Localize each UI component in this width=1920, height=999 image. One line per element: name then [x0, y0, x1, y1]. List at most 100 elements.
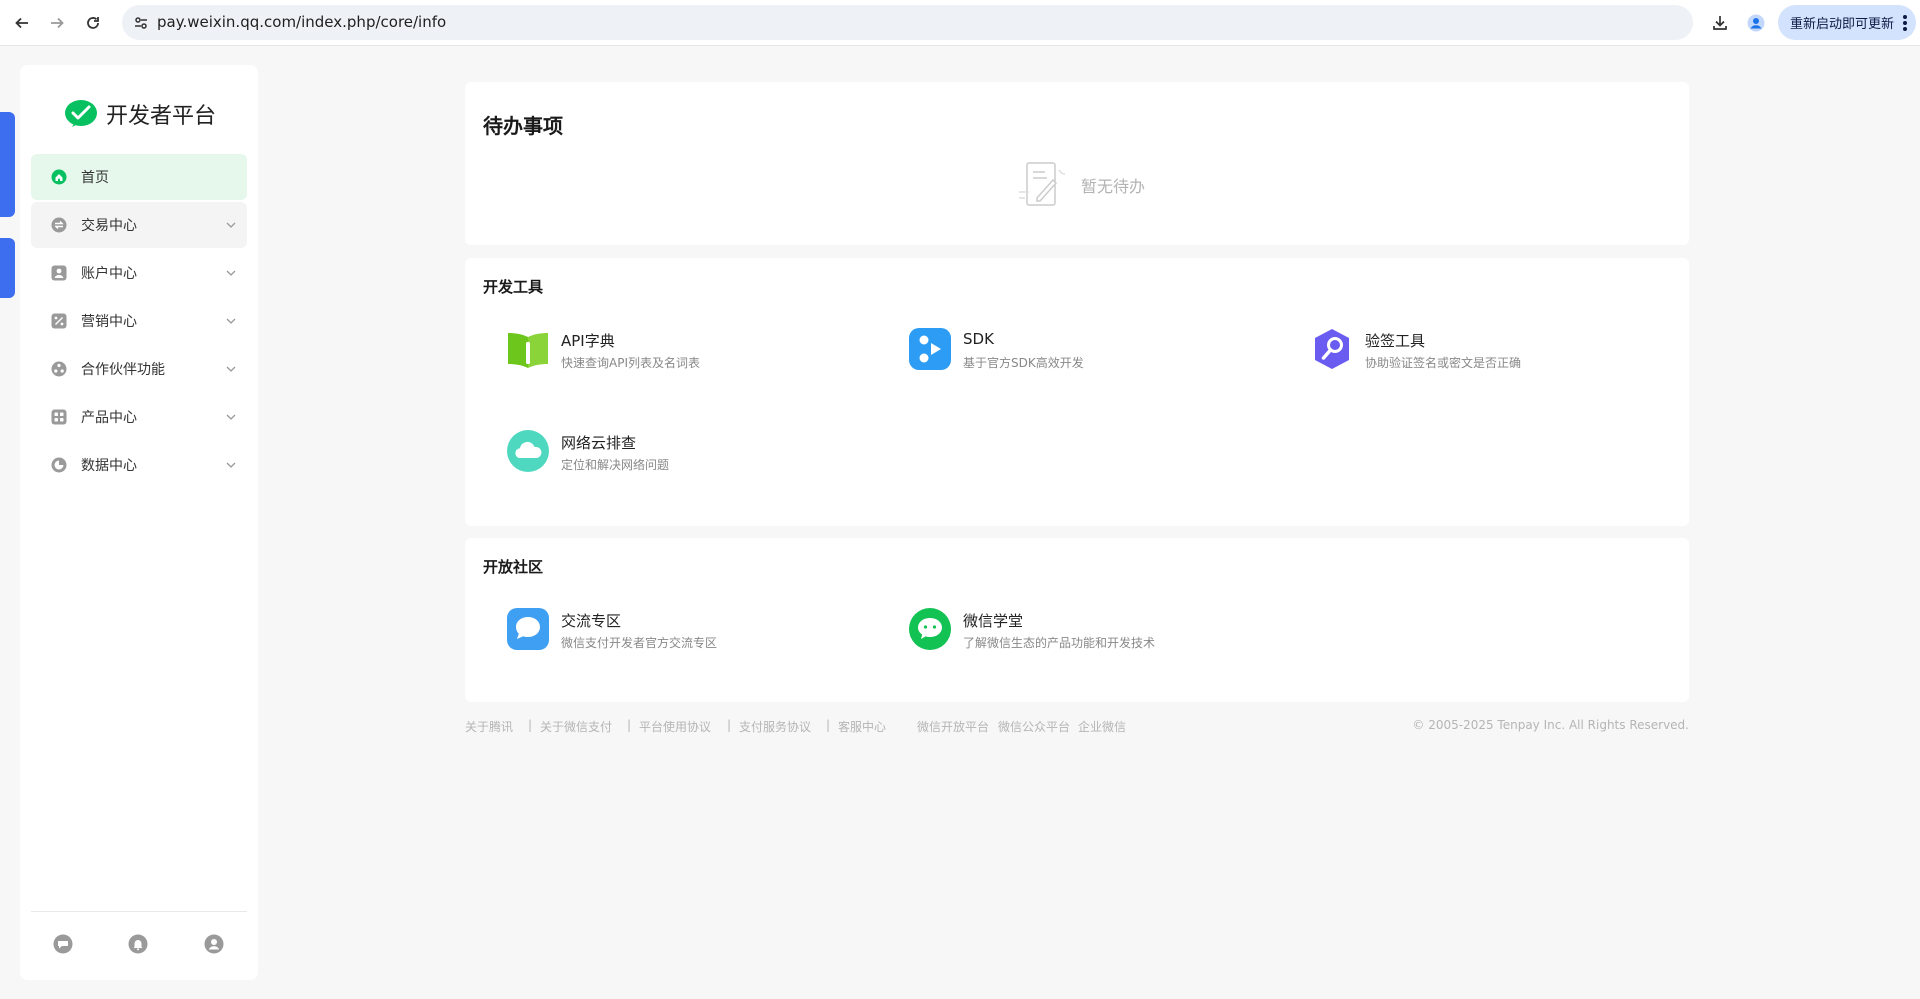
feedback-icon	[53, 934, 73, 954]
sidebar-item-marketing[interactable]: 营销中心	[31, 298, 247, 344]
sidebar-item-label: 数据中心	[81, 458, 137, 474]
chevron-down-icon	[226, 222, 236, 228]
tool-network-check[interactable]: 网络云排查 定位和解决网络问题	[507, 430, 867, 480]
more-menu-icon[interactable]	[1903, 15, 1907, 31]
bell-icon	[128, 934, 148, 954]
sidebar-item-product[interactable]: 产品中心	[31, 394, 247, 440]
chevron-down-icon	[226, 318, 236, 324]
wechat-icon	[909, 608, 951, 650]
tool-name: 网络云排查	[561, 434, 637, 452]
sidebar-item-account[interactable]: 账户中心	[31, 250, 247, 296]
footer-link[interactable]: 关于微信支付	[540, 718, 612, 735]
tool-desc: 协助验证签名或密文是否正确	[1365, 356, 1522, 370]
todo-empty-state: 暂无待办	[1015, 160, 1145, 210]
todo-empty-text: 暂无待办	[1081, 177, 1146, 196]
feedback-button[interactable]	[52, 933, 74, 955]
partner-icon	[51, 361, 67, 377]
cloud-icon	[507, 430, 549, 472]
home-icon	[51, 169, 67, 185]
brand-name: 开发者平台	[106, 104, 217, 129]
footer-separator: |	[528, 718, 533, 732]
sidebar-item-label: 交易中心	[81, 218, 137, 234]
tool-name: 交流专区	[561, 612, 622, 630]
update-button[interactable]: 重新启动即可更新	[1778, 5, 1916, 40]
downloads-button[interactable]	[1707, 10, 1733, 36]
footer-link[interactable]: 平台使用协议	[639, 718, 711, 735]
tool-signature-verify[interactable]: 验签工具 协助验证签名或密文是否正确	[1311, 328, 1671, 378]
chevron-down-icon	[226, 414, 236, 420]
footer-link[interactable]: 微信公众平台	[998, 718, 1070, 735]
notification-button[interactable]	[127, 933, 149, 955]
sidebar-item-trade[interactable]: 交易中心	[31, 202, 247, 248]
site-settings-button[interactable]	[130, 12, 152, 34]
footer-link[interactable]: 企业微信	[1078, 718, 1126, 735]
sidebar-item-partner[interactable]: 合作伙伴功能	[31, 346, 247, 392]
sidebar-item-label: 账户中心	[81, 266, 137, 282]
download-icon	[1713, 16, 1727, 30]
forward-button[interactable]	[43, 9, 71, 37]
copyright-text: © 2005-2025 Tenpay Inc. All Rights Reser…	[1412, 718, 1689, 732]
sidebar-menu: 首页 交易中心 账户中心 营销中心 合作伙伴功能 产品中心 数据中心	[31, 154, 247, 490]
community-card: 开放社区 交流专区 微信支付开发者官方交流专区 微信学堂 了解微信生态的产品功能…	[465, 538, 1689, 702]
pie-chart-icon	[51, 457, 67, 473]
community-forum[interactable]: 交流专区 微信支付开发者官方交流专区	[507, 608, 867, 658]
tune-icon	[135, 17, 147, 29]
community-title: 开放社区	[483, 558, 544, 576]
empty-document-icon	[1019, 162, 1066, 206]
footer-link[interactable]: 支付服务协议	[739, 718, 811, 735]
tool-name: API字典	[561, 332, 615, 350]
chevron-down-icon	[226, 366, 236, 372]
footer-link[interactable]: 关于腾讯	[465, 718, 513, 735]
verify-icon	[1315, 329, 1349, 369]
todo-title: 待办事项	[483, 114, 563, 138]
tool-api-dictionary[interactable]: API字典 快速查询API列表及名词表	[507, 328, 867, 378]
sidebar-divider	[31, 911, 247, 912]
url-text[interactable]: pay.weixin.qq.com/index.php/core/info	[157, 13, 446, 31]
sidebar-item-label: 产品中心	[81, 410, 137, 426]
tool-desc: 微信支付开发者官方交流专区	[561, 636, 718, 650]
chevron-down-icon	[226, 462, 236, 468]
tool-name: SDK	[963, 330, 994, 348]
grid-icon	[51, 409, 67, 425]
sdk-icon	[909, 328, 951, 370]
update-button-label: 重新启动即可更新	[1790, 17, 1895, 32]
dev-tools-card: 开发工具 API字典 快速查询API列表及名词表 SDK 基于官方SDK高效开发…	[465, 258, 1689, 526]
dev-tools-title: 开发工具	[483, 278, 544, 296]
page-footer: 关于腾讯 | 关于微信支付 | 平台使用协议 | 支付服务协议 | 客服中心 微…	[465, 718, 1689, 736]
tool-desc: 快速查询API列表及名词表	[561, 356, 700, 370]
arrow-left-icon	[15, 17, 28, 29]
user-button[interactable]	[203, 933, 225, 955]
todo-card: 待办事项 暂无待办	[465, 82, 1689, 245]
sidebar-item-data[interactable]: 数据中心	[31, 442, 247, 488]
browser-toolbar: pay.weixin.qq.com/index.php/core/info 重新…	[0, 0, 1920, 46]
tool-sdk[interactable]: SDK 基于官方SDK高效开发	[909, 328, 1269, 378]
chevron-down-icon	[226, 270, 236, 276]
book-icon	[508, 333, 548, 368]
side-ribbon-bottom[interactable]	[0, 238, 15, 298]
footer-separator: |	[727, 718, 732, 732]
user-icon	[204, 934, 224, 954]
discount-icon	[51, 313, 67, 329]
chat-icon	[507, 608, 549, 650]
wechat-pay-logo-icon	[65, 100, 97, 127]
tool-desc: 了解微信生态的产品功能和开发技术	[963, 636, 1156, 650]
tool-name: 微信学堂	[963, 612, 1024, 630]
profile-button[interactable]	[1743, 10, 1769, 36]
reload-icon	[87, 17, 99, 29]
sidebar-item-home[interactable]: 首页	[31, 154, 247, 200]
profile-icon	[1747, 14, 1765, 32]
footer-link[interactable]: 客服中心	[838, 718, 886, 735]
footer-separator: |	[826, 718, 831, 732]
exchange-icon	[51, 217, 67, 233]
sidebar-item-label: 首页	[81, 170, 109, 186]
community-wechat-academy[interactable]: 微信学堂 了解微信生态的产品功能和开发技术	[909, 608, 1269, 658]
footer-link[interactable]: 微信开放平台	[917, 718, 989, 735]
back-button[interactable]	[8, 9, 36, 37]
tool-name: 验签工具	[1365, 332, 1426, 350]
footer-separator: |	[627, 718, 632, 732]
sidebar-item-label: 营销中心	[81, 314, 137, 330]
address-bar[interactable]: pay.weixin.qq.com/index.php/core/info	[122, 5, 1798, 40]
reload-button[interactable]	[79, 9, 107, 37]
account-icon	[51, 265, 67, 281]
brand[interactable]: 开发者平台	[64, 98, 216, 130]
